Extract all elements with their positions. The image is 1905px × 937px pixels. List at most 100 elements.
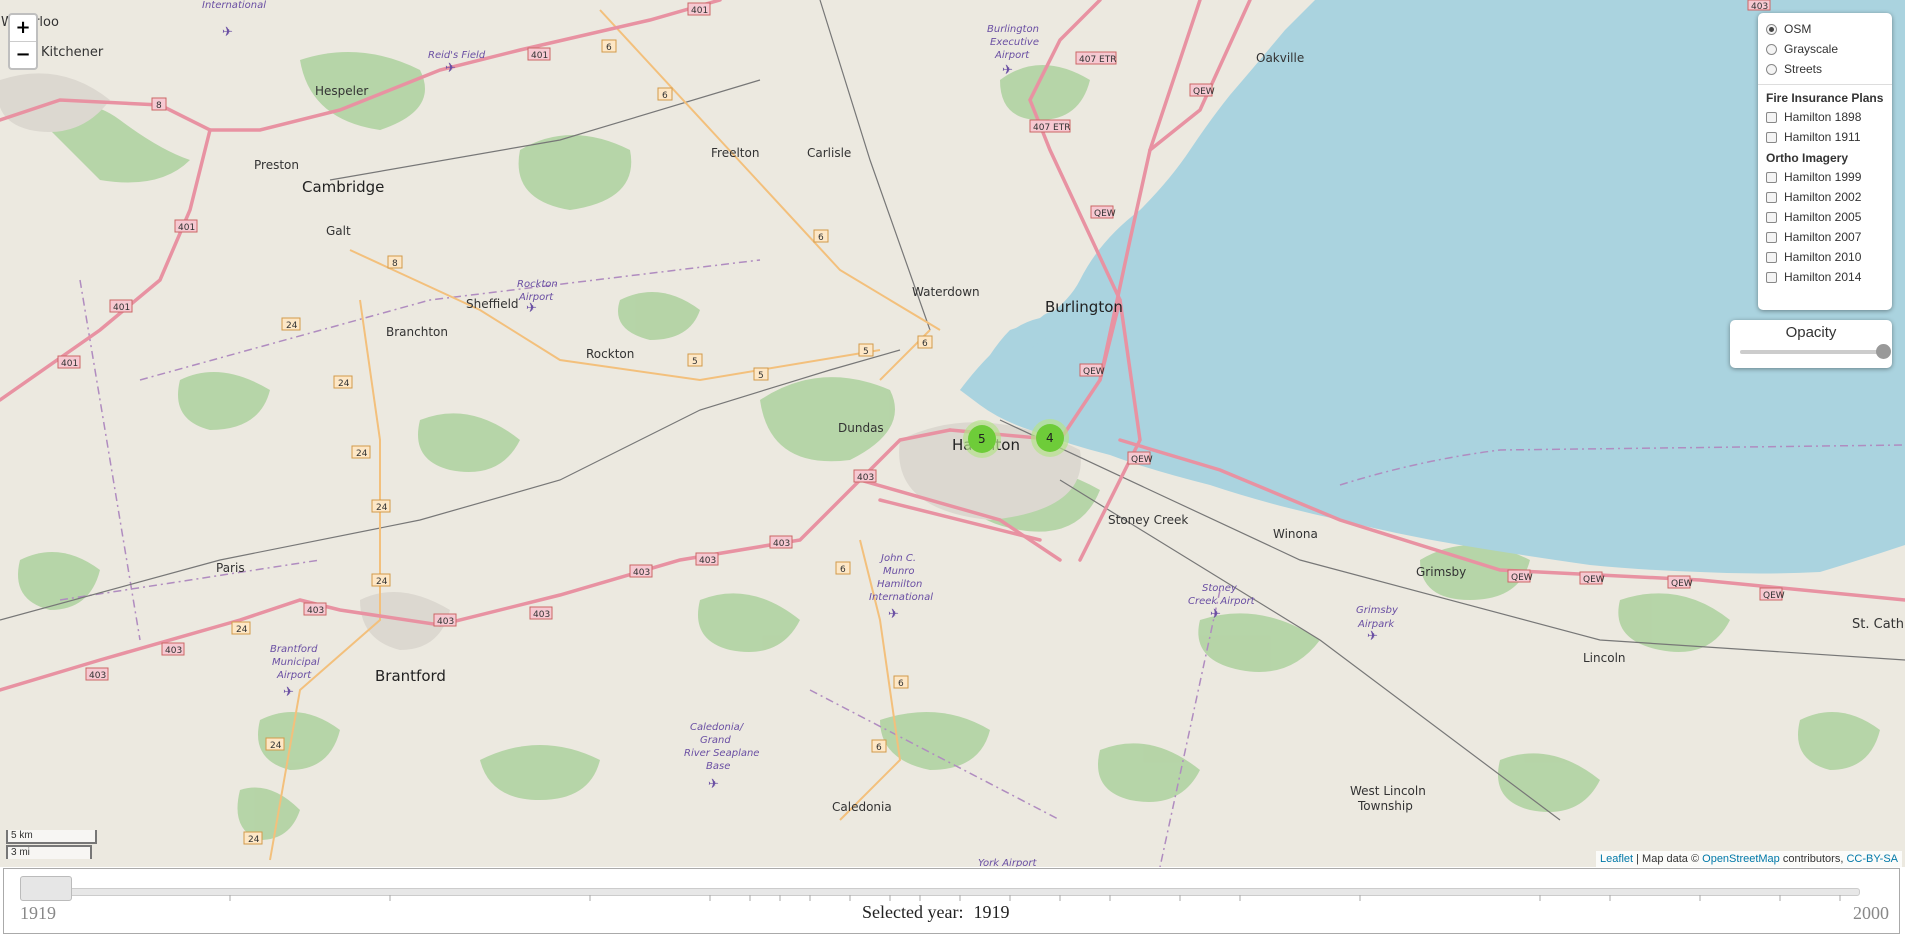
place-st-catharines: St. Cath <box>1852 617 1904 632</box>
svg-text:QEW: QEW <box>1131 455 1153 465</box>
base-layer-osm[interactable]: OSM <box>1766 19 1884 39</box>
opacity-slider[interactable] <box>1740 344 1891 359</box>
svg-text:403: 403 <box>437 617 454 627</box>
layer-label: Hamilton 2014 <box>1784 270 1862 284</box>
svg-text:QEW: QEW <box>1671 579 1693 589</box>
zoom-in-button[interactable]: + <box>10 15 36 42</box>
svg-text:407 ETR: 407 ETR <box>1079 55 1116 65</box>
checkbox[interactable] <box>1766 171 1777 183</box>
overlay-hamilton-2010[interactable]: Hamilton 2010 <box>1766 247 1884 267</box>
radio-button[interactable] <box>1766 43 1777 55</box>
layer-label: Hamilton 2005 <box>1784 210 1862 224</box>
marker-cluster-5[interactable]: 5 <box>963 420 1001 458</box>
svg-text:✈: ✈ <box>1210 606 1221 621</box>
svg-text:24: 24 <box>376 503 388 513</box>
attribution-text: contributors, <box>1779 853 1847 865</box>
overlay-hamilton-1999[interactable]: Hamilton 1999 <box>1766 167 1884 187</box>
svg-text:8: 8 <box>392 259 398 269</box>
svg-text:6: 6 <box>818 233 824 243</box>
checkbox[interactable] <box>1766 131 1777 143</box>
license-link[interactable]: CC-BY-SA <box>1846 853 1898 865</box>
cluster-count: 5 <box>978 432 986 446</box>
opacity-slider-thumb[interactable] <box>1876 344 1891 359</box>
overlay-hamilton-2007[interactable]: Hamilton 2007 <box>1766 227 1884 247</box>
layer-label: OSM <box>1784 22 1812 36</box>
svg-text:6: 6 <box>898 679 904 689</box>
place-stoney-creek: Stoney Creek <box>1108 513 1188 527</box>
checkbox[interactable] <box>1766 111 1777 123</box>
layer-label: Hamilton 2010 <box>1784 250 1862 264</box>
svg-text:403: 403 <box>633 568 650 578</box>
svg-text:407 ETR: 407 ETR <box>1033 123 1070 133</box>
svg-text:401: 401 <box>178 223 195 233</box>
zoom-out-button[interactable]: − <box>10 42 36 68</box>
svg-text:✈: ✈ <box>222 24 233 39</box>
place-brantford: Brantford <box>375 667 446 685</box>
layers-separator <box>1758 84 1892 85</box>
svg-text:QEW: QEW <box>1094 209 1116 219</box>
place-branchton: Branchton <box>386 325 448 339</box>
year-slider-handle[interactable] <box>20 876 72 901</box>
place-oakville: Oakville <box>1256 51 1304 65</box>
checkbox[interactable] <box>1766 211 1777 223</box>
airport-label: Reid's Field <box>428 50 486 61</box>
svg-text:✈: ✈ <box>708 776 719 791</box>
overlay-hamilton-1898[interactable]: Hamilton 1898 <box>1766 107 1884 127</box>
layer-label: Hamilton 1911 <box>1784 130 1861 144</box>
airport-label: Airport <box>276 670 312 681</box>
airport-label: Airport <box>518 292 554 303</box>
svg-text:403: 403 <box>857 473 874 483</box>
overlay-hamilton-2002[interactable]: Hamilton 2002 <box>1766 187 1884 207</box>
marker-cluster-4[interactable]: 4 <box>1031 419 1069 457</box>
radio-button[interactable] <box>1766 23 1777 35</box>
svg-text:24: 24 <box>356 449 368 459</box>
svg-text:✈: ✈ <box>888 606 899 621</box>
radio-button[interactable] <box>1766 63 1777 75</box>
year-min-label: 1919 <box>20 903 56 923</box>
overlay-hamilton-1911[interactable]: Hamilton 1911 <box>1766 127 1884 147</box>
selected-year-value: 1919 <box>973 902 1010 922</box>
openstreetmap-link[interactable]: OpenStreetMap <box>1702 853 1780 865</box>
airport-label: Hamilton <box>877 579 922 590</box>
airport-label: Brantford <box>270 644 318 655</box>
svg-text:24: 24 <box>376 577 388 587</box>
place-grimsby: Grimsby <box>1416 565 1466 579</box>
svg-text:403: 403 <box>533 610 550 620</box>
airport-label: Base <box>706 761 730 772</box>
svg-text:401: 401 <box>691 6 708 16</box>
svg-text:QEW: QEW <box>1763 591 1785 601</box>
checkbox[interactable] <box>1766 191 1777 203</box>
airport-label: Executive <box>990 37 1039 48</box>
svg-text:QEW: QEW <box>1083 367 1105 377</box>
overlay-hamilton-2014[interactable]: Hamilton 2014 <box>1766 267 1884 287</box>
layer-label: Grayscale <box>1784 42 1839 56</box>
svg-text:401: 401 <box>531 51 548 61</box>
layer-label: Hamilton 2002 <box>1784 190 1862 204</box>
layer-label: Hamilton 1999 <box>1784 170 1862 184</box>
svg-text:QEW: QEW <box>1193 87 1215 97</box>
checkbox[interactable] <box>1766 271 1777 283</box>
base-layer-streets[interactable]: Streets <box>1766 59 1884 79</box>
airport-label: Munro <box>883 566 915 577</box>
place-burlington: Burlington <box>1045 298 1123 316</box>
checkbox[interactable] <box>1766 231 1777 243</box>
svg-text:403: 403 <box>1751 2 1768 12</box>
airport-label: Airport <box>994 50 1030 61</box>
overlay-hamilton-2005[interactable]: Hamilton 2005 <box>1766 207 1884 227</box>
map[interactable]: 401 401 401 401 401 407 ETR 407 ETR QEW … <box>0 0 1905 867</box>
checkbox[interactable] <box>1766 251 1777 263</box>
map-tiles: 401 401 401 401 401 407 ETR 407 ETR QEW … <box>0 0 1905 867</box>
place-west-lincoln: West Lincoln <box>1350 784 1426 798</box>
leaflet-link[interactable]: Leaflet <box>1600 853 1633 865</box>
svg-text:5: 5 <box>692 357 698 367</box>
zoom-control: + − <box>8 13 38 70</box>
base-layer-grayscale[interactable]: Grayscale <box>1766 39 1884 59</box>
place-hespeler: Hespeler <box>315 84 368 98</box>
svg-text:24: 24 <box>338 379 350 389</box>
svg-text:24: 24 <box>286 321 298 331</box>
selected-year-display: Selected year: 1919 <box>862 902 1019 923</box>
svg-text:QEW: QEW <box>1511 573 1533 583</box>
scale-bar-km: 5 km <box>6 830 97 844</box>
place-waterdown: Waterdown <box>912 285 980 299</box>
place-lincoln: Lincoln <box>1583 651 1626 665</box>
